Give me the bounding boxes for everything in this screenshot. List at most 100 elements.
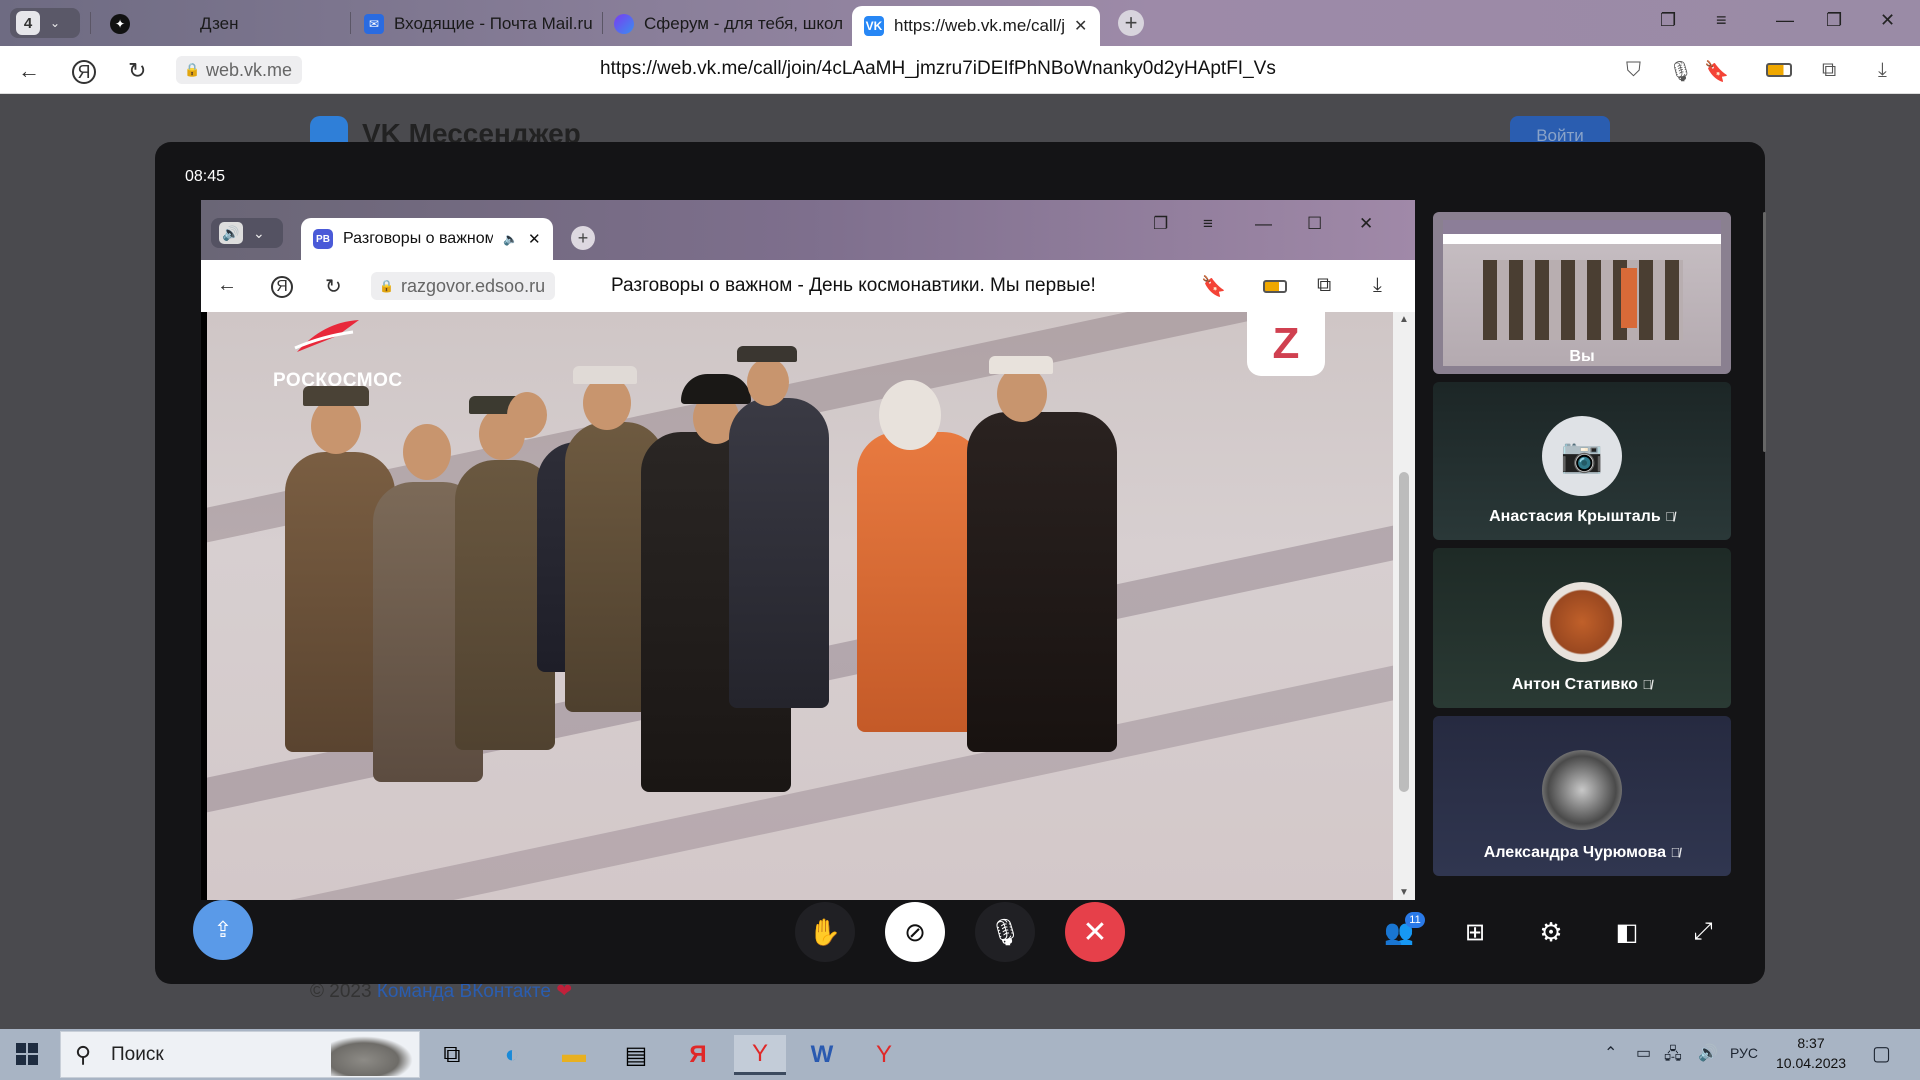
file-explorer-icon[interactable]: ▬	[548, 1035, 600, 1075]
battery-icon[interactable]: ▭	[1636, 1043, 1651, 1063]
edge-icon[interactable]: ◐	[486, 1035, 538, 1075]
chevron-up-icon[interactable]: ⌃	[1604, 1043, 1617, 1063]
reload-icon[interactable]: ↻	[128, 58, 146, 84]
cap	[989, 356, 1053, 374]
self-preview	[1443, 220, 1721, 366]
participant-tile-self[interactable]: Вы	[1433, 212, 1731, 374]
tab-label: https://web.vk.me/call/jo	[894, 16, 1064, 35]
close-window-icon[interactable]: ✕	[1880, 10, 1895, 31]
roskosmos-logo-icon	[293, 318, 363, 358]
person-head	[747, 358, 789, 406]
person-head	[583, 376, 631, 430]
fullscreen-button[interactable]: ⤢	[1679, 908, 1727, 956]
protect-icon[interactable]: ⛉	[1626, 59, 1641, 82]
translate-icon[interactable]: ⧉	[1822, 59, 1836, 82]
participant-name: Анастасия Крышталь 🎙̸	[1433, 508, 1731, 526]
participant-name-text: Антон Стативко	[1511, 676, 1638, 693]
tab-label: Входящие - Почта Mail.ru	[394, 14, 593, 33]
maximize-icon: ☐	[1307, 214, 1323, 233]
grid-view-button[interactable]: ⊞	[1451, 908, 1499, 956]
microphone-icon[interactable]: 🎙	[1668, 59, 1693, 84]
clock-date: 10.04.2023	[1776, 1055, 1847, 1071]
download-icon[interactable]: ⤓	[1878, 59, 1887, 82]
participant-tile[interactable]: 📷 Анастасия Крышталь 🎙̸	[1433, 382, 1731, 540]
end-call-button[interactable]: ✕	[1065, 902, 1125, 962]
hat	[681, 374, 751, 404]
raise-hand-button[interactable]: ✋	[795, 902, 855, 962]
call-timer: 08:45	[185, 168, 226, 185]
tab-mail[interactable]: ✉ Входящие - Почта Mail.ru	[364, 4, 598, 44]
participant-tile[interactable]: Александра Чурюмова 🎙̸	[1433, 716, 1731, 876]
pip-button[interactable]: ◧	[1603, 908, 1651, 956]
battery-icon[interactable]	[1766, 63, 1792, 77]
domain-pill[interactable]: web.vk.me	[176, 56, 303, 84]
search-highlight-image	[331, 1036, 413, 1076]
yandex-app-icon[interactable]: Я	[672, 1035, 724, 1075]
scanner-app-icon[interactable]: ▤	[610, 1035, 662, 1075]
collections-icon[interactable]: ❐	[1660, 10, 1676, 31]
sferum-icon	[614, 14, 634, 34]
tiles-scrollbar[interactable]	[1763, 212, 1766, 452]
settings-button[interactable]: ⚙	[1527, 908, 1575, 956]
url-field[interactable]: https://web.vk.me/call/join/4cLAaMH_jmzr…	[600, 58, 1276, 80]
close-window-icon: ✕	[1359, 214, 1374, 233]
notifications-icon[interactable]: ▢	[1872, 1041, 1891, 1066]
close-tab-icon[interactable]: ✕	[1074, 16, 1087, 36]
officer-cap	[737, 346, 797, 362]
volume-icon[interactable]: 🔊	[1698, 1043, 1718, 1063]
yandex-browser-icon[interactable]: Y	[734, 1035, 786, 1075]
mic-off-icon: 🎙̸	[1642, 677, 1653, 692]
yandex-icon[interactable]: Я	[72, 60, 96, 84]
participant-tile[interactable]: Антон Стативко 🎙̸	[1433, 548, 1731, 708]
share-screen-button[interactable]: ⇪	[193, 900, 253, 960]
language-indicator[interactable]: РУС	[1730, 1045, 1758, 1061]
tab-count-button[interactable]: 4 ⌄	[10, 8, 80, 38]
footer-link[interactable]: Команда ВКонтакте	[377, 981, 551, 1002]
address-bar: ← Я ↻ web.vk.me https://web.vk.me/call/j…	[0, 46, 1920, 94]
participant-name-text: Анастасия Крышталь	[1489, 508, 1661, 525]
sound-button: 🔊 ⌄	[211, 218, 283, 248]
person-head	[507, 392, 547, 438]
new-tab-button[interactable]: +	[1118, 10, 1144, 36]
tab-separator	[350, 12, 351, 34]
windows-start-icon[interactable]	[16, 1043, 38, 1065]
person-coat	[967, 412, 1117, 752]
preview-people	[1483, 260, 1683, 340]
call-window: 08:45 🔊 ⌄ РВ Разговоры о важном 🔈 ✕ + ❐ …	[155, 142, 1766, 984]
restore-icon[interactable]: ❐	[1826, 10, 1842, 31]
dzen-icon: ✦	[110, 14, 130, 34]
collections-icon: ❐	[1153, 214, 1169, 233]
tab-count: 4	[16, 11, 40, 35]
microphone-button[interactable]: 🎙	[975, 902, 1035, 962]
tab-dzen[interactable]: ✦ Дзен	[110, 4, 340, 44]
preview-tab-bar	[1443, 220, 1721, 234]
yandex-browser-icon[interactable]: Y	[858, 1035, 910, 1075]
menu-icon[interactable]: ≡	[1716, 10, 1727, 31]
shared-domain-pill: razgovor.edsoo.ru	[371, 272, 556, 300]
word-icon[interactable]: W	[796, 1035, 848, 1075]
video-player: РОСКОСМОС Z	[207, 312, 1393, 900]
tab-sferum[interactable]: Сферум - для тебя, школь	[614, 4, 844, 44]
clock[interactable]: 8:37 10.04.2023	[1776, 1033, 1846, 1073]
tab-vk-call[interactable]: VK https://web.vk.me/call/jo ✕	[852, 6, 1100, 46]
menu-icon: ≡	[1203, 214, 1213, 233]
participant-name: Вы	[1569, 348, 1595, 365]
task-view-icon[interactable]: ⧉	[426, 1035, 478, 1075]
participant-name: Александра Чурюмова 🎙̸	[1433, 844, 1731, 862]
mic-off-icon: 🎙̸	[1670, 845, 1681, 860]
razgovor-favicon-icon: РВ	[313, 229, 333, 249]
chevron-down-icon: ⌄	[50, 16, 61, 30]
mic-off-icon: 🎙̸	[1665, 509, 1675, 524]
minimize-icon[interactable]: —	[1776, 10, 1794, 31]
battery-icon	[1263, 280, 1287, 293]
taskbar-search[interactable]: ⚲ Поиск	[60, 1031, 420, 1078]
camera-off-button[interactable]: ⊘	[885, 902, 945, 962]
network-icon[interactable]: 🖧	[1664, 1043, 1682, 1070]
windows-taskbar: ⚲ Поиск ⧉ ◐ ▬ ▤ Я Y W Y ⌃ ▭ 🖧 🔊 РУС 8:37…	[0, 1029, 1920, 1080]
back-icon[interactable]: ←	[18, 58, 40, 84]
footer-copyright: © 2023	[310, 981, 377, 1002]
download-icon: ⤓	[1373, 274, 1382, 296]
bookmark-icon[interactable]: 🔖	[1704, 59, 1729, 84]
chevron-down-icon: ⌄	[253, 224, 265, 241]
participants-count-badge: 11	[1405, 912, 1425, 928]
